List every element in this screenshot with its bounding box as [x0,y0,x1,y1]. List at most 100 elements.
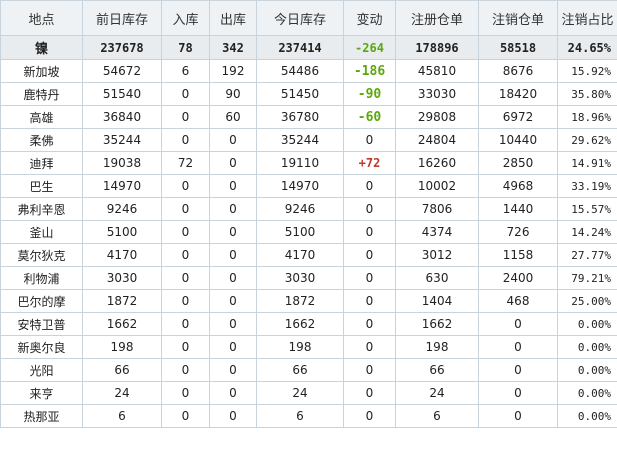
cell-cancelled-ratio: 27.77% [557,243,617,267]
cell-change: -90 [343,82,396,106]
cell-change: 0 [343,174,396,198]
table-row: 弗利辛恩 9246 0 0 9246 0 7806 1440 15.57% [0,197,617,221]
cell-today-stock: 5100 [256,220,344,244]
total-inflow: 78 [161,35,210,60]
cell-inflow: 0 [161,174,210,198]
table-row: 莫尔狄克 4170 0 0 4170 0 3012 1158 27.77% [0,243,617,267]
cell-location: 柔佛 [0,128,83,152]
cell-registered-warrants: 6 [395,404,479,428]
cell-outflow: 0 [209,381,257,405]
total-prev-stock: 237678 [82,35,162,60]
cell-location: 安特卫普 [0,312,83,336]
header-today-stock: 今日库存 [256,0,344,36]
cell-cancelled-ratio: 18.96% [557,105,617,129]
cell-cancelled-warrants: 10440 [478,128,558,152]
cell-outflow: 90 [209,82,257,106]
cell-cancelled-warrants: 8676 [478,59,558,83]
cell-change: 0 [343,404,396,428]
cell-registered-warrants: 16260 [395,151,479,175]
table-row: 巴生 14970 0 0 14970 0 10002 4968 33.19% [0,174,617,198]
cell-registered-warrants: 3012 [395,243,479,267]
cell-cancelled-warrants: 4968 [478,174,558,198]
total-today-stock: 237414 [256,35,344,60]
cell-today-stock: 14970 [256,174,344,198]
cell-location: 来亨 [0,381,83,405]
cell-change: 0 [343,358,396,382]
cell-inflow: 0 [161,82,210,106]
cell-outflow: 0 [209,220,257,244]
total-row: 镍 237678 78 342 237414 -264 178896 58518… [0,35,617,60]
cell-outflow: 0 [209,243,257,267]
cell-cancelled-ratio: 0.00% [557,312,617,336]
table-row: 柔佛 35244 0 0 35244 0 24804 10440 29.62% [0,128,617,152]
cell-location: 新加坡 [0,59,83,83]
cell-today-stock: 35244 [256,128,344,152]
cell-prev-stock: 19038 [82,151,162,175]
cell-registered-warrants: 10002 [395,174,479,198]
table-row: 利物浦 3030 0 0 3030 0 630 2400 79.21% [0,266,617,290]
cell-registered-warrants: 1404 [395,289,479,313]
cell-cancelled-warrants: 0 [478,312,558,336]
cell-outflow: 192 [209,59,257,83]
cell-cancelled-warrants: 18420 [478,82,558,106]
cell-change: 0 [343,243,396,267]
cell-prev-stock: 54672 [82,59,162,83]
cell-prev-stock: 4170 [82,243,162,267]
table-row: 新奥尔良 198 0 0 198 0 198 0 0.00% [0,335,617,359]
cell-today-stock: 19110 [256,151,344,175]
table-row: 釜山 5100 0 0 5100 0 4374 726 14.24% [0,220,617,244]
cell-inflow: 0 [161,220,210,244]
cell-outflow: 0 [209,312,257,336]
cell-registered-warrants: 4374 [395,220,479,244]
cell-cancelled-warrants: 468 [478,289,558,313]
cell-today-stock: 1662 [256,312,344,336]
cell-cancelled-ratio: 25.00% [557,289,617,313]
cell-change: 0 [343,335,396,359]
cell-location: 釜山 [0,220,83,244]
cell-outflow: 0 [209,151,257,175]
cell-cancelled-warrants: 1158 [478,243,558,267]
table-row: 来亨 24 0 0 24 0 24 0 0.00% [0,381,617,405]
cell-change: -60 [343,105,396,129]
header-change: 变动 [343,0,396,36]
cell-registered-warrants: 630 [395,266,479,290]
cell-inflow: 0 [161,404,210,428]
cell-prev-stock: 24 [82,381,162,405]
cell-today-stock: 3030 [256,266,344,290]
cell-location: 莫尔狄克 [0,243,83,267]
cell-registered-warrants: 66 [395,358,479,382]
cell-cancelled-ratio: 0.00% [557,404,617,428]
cell-location: 利物浦 [0,266,83,290]
cell-location: 弗利辛恩 [0,197,83,221]
cell-today-stock: 198 [256,335,344,359]
cell-outflow: 0 [209,404,257,428]
cell-location: 光阳 [0,358,83,382]
cell-inflow: 0 [161,381,210,405]
cell-inflow: 0 [161,243,210,267]
cell-cancelled-ratio: 15.92% [557,59,617,83]
cell-today-stock: 36780 [256,105,344,129]
cell-cancelled-warrants: 6972 [478,105,558,129]
cell-registered-warrants: 1662 [395,312,479,336]
cell-location: 高雄 [0,105,83,129]
cell-outflow: 0 [209,197,257,221]
inventory-table: 地点 前日库存 入库 出库 今日库存 变动 注册仓单 注销仓单 注销占比 镍 2… [0,0,617,428]
cell-prev-stock: 35244 [82,128,162,152]
header-inflow: 入库 [161,0,210,36]
cell-inflow: 72 [161,151,210,175]
cell-change: +72 [343,151,396,175]
cell-today-stock: 4170 [256,243,344,267]
cell-today-stock: 51450 [256,82,344,106]
table-row: 迪拜 19038 72 0 19110 +72 16260 2850 14.91% [0,151,617,175]
cell-location: 巴生 [0,174,83,198]
total-outflow: 342 [209,35,257,60]
cell-inflow: 6 [161,59,210,83]
header-registered-warrants: 注册仓单 [395,0,479,36]
cell-prev-stock: 1872 [82,289,162,313]
table-row: 热那亚 6 0 0 6 0 6 0 0.00% [0,404,617,428]
cell-cancelled-warrants: 0 [478,335,558,359]
cell-prev-stock: 1662 [82,312,162,336]
cell-today-stock: 54486 [256,59,344,83]
cell-prev-stock: 3030 [82,266,162,290]
cell-outflow: 0 [209,174,257,198]
